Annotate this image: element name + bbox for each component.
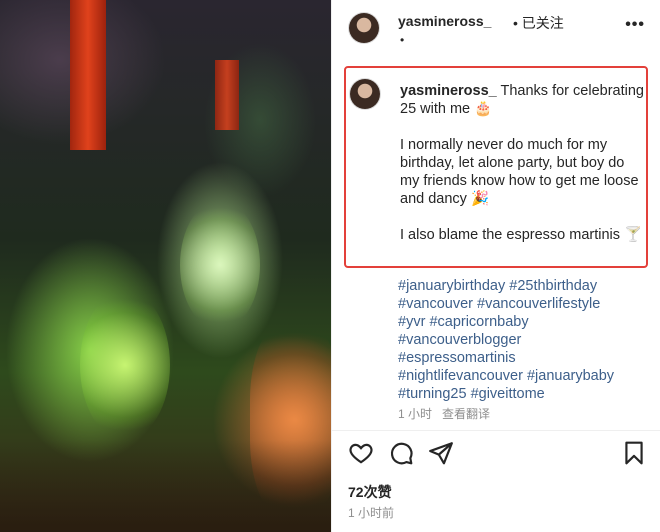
hashtag[interactable]: #nightlifevancouver bbox=[398, 368, 523, 384]
hashtag[interactable]: #turning25 bbox=[398, 386, 467, 402]
caption-meta: 1 小时 查看翻译 bbox=[398, 405, 490, 422]
post-side-panel: yasmineross_ • 已关注 • ••• yasmineross_ Th… bbox=[331, 0, 660, 532]
caption-text: yasmineross_ Thanks for celebrating 25 w… bbox=[400, 82, 644, 244]
photo-shadow bbox=[0, 440, 331, 532]
caption-highlight: yasmineross_ Thanks for celebrating 25 w… bbox=[344, 66, 648, 268]
comment-icon[interactable] bbox=[388, 440, 414, 466]
hashtag[interactable]: #vancouver bbox=[398, 296, 473, 312]
follow-status-label: 已关注 bbox=[521, 15, 564, 31]
more-options-icon[interactable]: ••• bbox=[625, 16, 645, 34]
hashtag-list: #januarybirthday #25thbirthday #vancouve… bbox=[398, 277, 648, 403]
heart-icon[interactable] bbox=[348, 440, 374, 466]
send-icon[interactable] bbox=[428, 440, 454, 466]
hashtag[interactable]: #januarybirthday bbox=[398, 278, 505, 294]
separator: • bbox=[513, 15, 518, 31]
photo-dancer-glow bbox=[180, 200, 260, 330]
caption-username[interactable]: yasmineross_ bbox=[400, 83, 497, 99]
photo-red-pillar bbox=[70, 0, 106, 150]
hashtag[interactable]: #vancouverblogger bbox=[398, 332, 521, 348]
bookmark-icon[interactable] bbox=[621, 440, 647, 466]
action-bar bbox=[332, 440, 660, 468]
photo-red-pillar-2 bbox=[215, 60, 239, 130]
photo-green-glow bbox=[80, 290, 170, 440]
hashtag[interactable]: #25thbirthday bbox=[509, 278, 597, 294]
caption-time: 1 小时 bbox=[398, 407, 433, 421]
hashtag[interactable]: #giveittome bbox=[471, 386, 545, 402]
follow-status[interactable]: • 已关注 bbox=[513, 13, 564, 33]
like-count[interactable]: 72次赞 bbox=[348, 482, 392, 502]
hashtag[interactable]: #januarybaby bbox=[527, 368, 614, 384]
caption-paragraph3: I also blame the espresso martinis 🍸 bbox=[400, 227, 643, 243]
caption-avatar[interactable] bbox=[350, 79, 380, 109]
hashtag[interactable]: #capricornbaby bbox=[429, 314, 528, 330]
post-timestamp: 1 小时前 bbox=[348, 506, 395, 520]
hashtag[interactable]: #vancouverlifestyle bbox=[477, 296, 600, 312]
caption-paragraph2: I normally never do much for my birthday… bbox=[400, 137, 639, 207]
header-subline: • bbox=[400, 33, 405, 47]
hashtag[interactable]: #espressomartinis bbox=[398, 350, 516, 366]
avatar[interactable] bbox=[349, 13, 379, 43]
see-translation-link[interactable]: 查看翻译 bbox=[442, 407, 490, 421]
post-username[interactable]: yasmineross_ bbox=[398, 13, 491, 29]
hashtag[interactable]: #yvr bbox=[398, 314, 425, 330]
post-photo[interactable] bbox=[0, 0, 331, 532]
divider bbox=[332, 430, 660, 431]
